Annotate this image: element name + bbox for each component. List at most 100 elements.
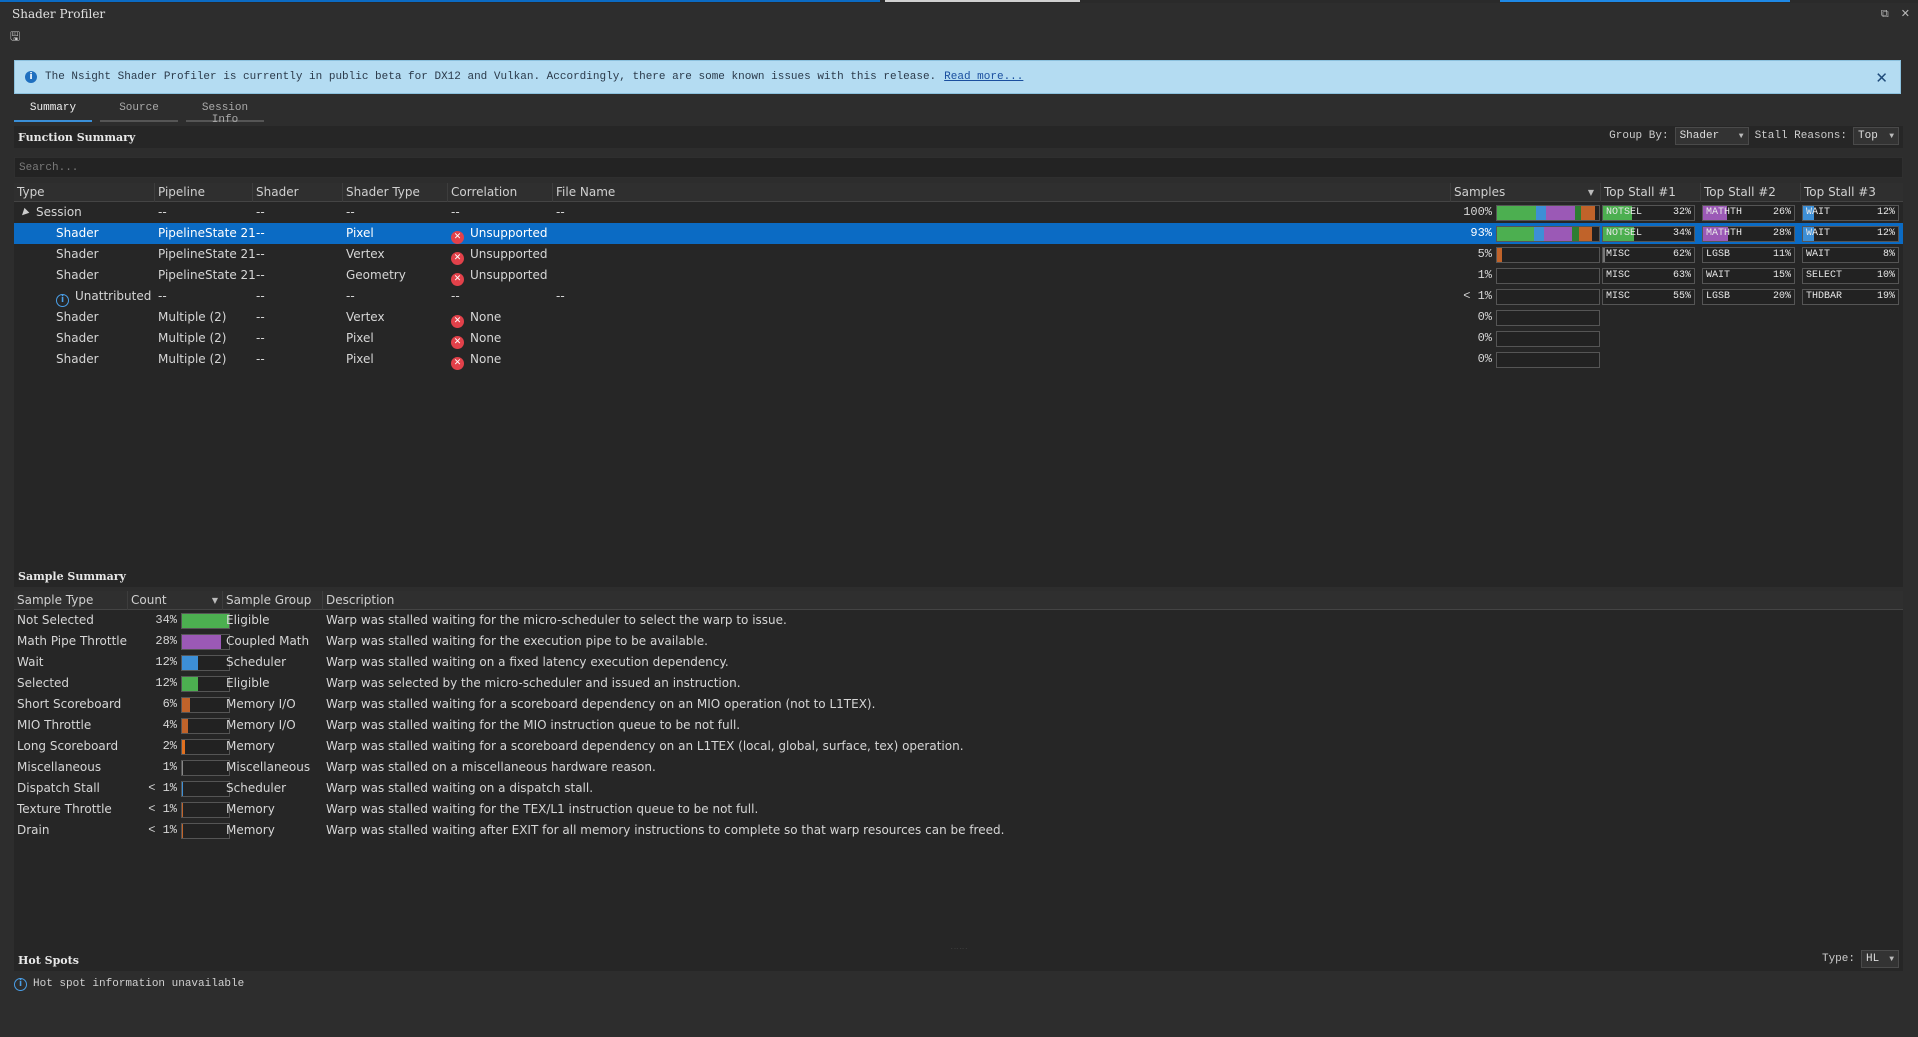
col-type[interactable]: Type: [14, 183, 154, 202]
error-icon: ✕: [451, 336, 464, 349]
group-by-value: Shader: [1679, 130, 1720, 142]
col-correlation[interactable]: Correlation: [447, 183, 552, 202]
table-row[interactable]: Miscellaneous 1% Miscellaneous Warp was sta…: [14, 757, 1903, 778]
function-summary-header: Function Summary Group By: Shader ▼ Stal…: [14, 126, 1903, 148]
stall-reasons-dropdown[interactable]: Top ▼: [1853, 127, 1899, 145]
table-row[interactable]: Dispatch Stall < 1% Scheduler Warp was stal…: [14, 778, 1903, 799]
cell-sample-type: Selected: [17, 676, 70, 690]
cell-count-pct: < 1%: [148, 802, 177, 816]
cell-count-pct: < 1%: [148, 781, 177, 795]
correlation-label: None: [470, 352, 502, 366]
stall-name: MISC: [1606, 270, 1631, 281]
group-by-dropdown[interactable]: Shader ▼: [1674, 127, 1749, 145]
title-bar: Shader Profiler ⧉ ✕: [0, 3, 1918, 25]
col-top-stall-3[interactable]: Top Stall #3: [1800, 183, 1903, 202]
cell-description: Warp was stalled waiting for a scoreboar…: [326, 739, 964, 753]
top-stall-2: MATHTH 26%: [1702, 205, 1795, 221]
type-label: Type:: [1821, 953, 1855, 965]
stall-pct: 19%: [1876, 291, 1895, 302]
col-top-stall-1[interactable]: Top Stall #1: [1600, 183, 1700, 202]
cell-pipeline: Multiple (2): [158, 331, 227, 345]
search-input[interactable]: [14, 157, 1903, 178]
col-file-name[interactable]: File Name: [552, 183, 1450, 202]
count-bar: [181, 823, 230, 839]
save-icon[interactable]: 🖫: [10, 29, 20, 43]
stall-name: MATHTH: [1706, 228, 1743, 239]
col-count[interactable]: Count ▼: [127, 591, 222, 610]
cell-shader: --: [256, 310, 265, 324]
close-window-icon[interactable]: ✕: [1901, 7, 1910, 21]
table-row[interactable]: Wait 12% Scheduler Warp was stalled waiting…: [14, 652, 1903, 673]
table-row[interactable]: MIO Throttle 4% Memory I/O Warp was stalled…: [14, 715, 1903, 736]
function-summary-controls: Group By: Shader ▼ Stall Reasons: Top ▼: [1603, 127, 1899, 145]
col-description[interactable]: Description: [322, 591, 1903, 610]
col-top-stall-2[interactable]: Top Stall #2: [1700, 183, 1800, 202]
table-row[interactable]: Shader Multiple (2) -- Pixel ✕ None 0%: [14, 328, 1903, 349]
function-table-body: ▼ Session -- -- -- -- -- 100% NOTSEL 32% MATHTH 26%…: [14, 202, 1903, 370]
type-dropdown[interactable]: HL ▼: [1861, 950, 1899, 968]
info-icon: i: [25, 71, 37, 83]
table-row[interactable]: Math Pipe Throttle 28% Coupled Math Warp wa…: [14, 631, 1903, 652]
stall-name: WAIT: [1806, 249, 1831, 260]
top-stall-2: LGSB 11%: [1702, 247, 1795, 263]
count-bar-fill: [182, 740, 185, 754]
correlation-label: None: [470, 310, 502, 324]
col-pipeline[interactable]: Pipeline: [154, 183, 252, 202]
cell-sample-type: Miscellaneous: [17, 760, 102, 774]
banner-message: The Nsight Shader Profiler is currently …: [45, 71, 937, 83]
cell-shader-type: Geometry: [346, 268, 406, 282]
col-sample-type[interactable]: Sample Type: [14, 591, 127, 610]
table-row[interactable]: Texture Throttle < 1% Memory Warp was stall…: [14, 799, 1903, 820]
col-shader-type[interactable]: Shader Type: [342, 183, 447, 202]
stall-reasons-value: Top: [1858, 130, 1878, 142]
cell-description: Warp was stalled waiting for the TEX/L1 …: [326, 802, 759, 816]
read-more-link[interactable]: Read more...: [944, 71, 1023, 83]
table-row[interactable]: Drain < 1% Memory Warp was stalled waiting …: [14, 820, 1903, 841]
stall-name: NOTSEL: [1606, 207, 1643, 218]
table-row[interactable]: Short Scoreboard 6% Memory I/O Warp was sta…: [14, 694, 1903, 715]
strip-segment: [0, 0, 880, 2]
cell-correlation: ✕ None: [451, 328, 501, 349]
table-row[interactable]: Shader Multiple (2) -- Vertex ✕ None 0%: [14, 307, 1903, 328]
tab-source[interactable]: Source: [100, 102, 178, 122]
col-samples[interactable]: Samples ▼: [1450, 183, 1600, 202]
top-stall-1: NOTSEL 32%: [1602, 205, 1695, 221]
cell-sample-group: Miscellaneous: [226, 760, 311, 774]
cell-pipeline: --: [158, 289, 167, 303]
col-shader[interactable]: Shader: [252, 183, 342, 202]
stall-name: THDBAR: [1806, 291, 1843, 302]
info-icon: i: [14, 977, 27, 991]
cell-shader: --: [256, 268, 265, 282]
samples-bar: [1496, 331, 1600, 347]
group-by-label: Group By:: [1609, 130, 1669, 142]
cell-description: Warp was stalled waiting for the micro-s…: [326, 613, 787, 627]
count-bar-fill: [182, 803, 183, 817]
table-row[interactable]: Not Selected 34% Eligible Warp was stalled …: [14, 610, 1903, 631]
table-row[interactable]: Shader PipelineState 21 -- Vertex ✕ Unsupport…: [14, 244, 1903, 265]
table-row[interactable]: Selected 12% Eligible Warp was selected by …: [14, 673, 1903, 694]
count-bar: [181, 760, 230, 776]
col-sample-group[interactable]: Sample Group: [222, 591, 322, 610]
error-icon: ✕: [451, 231, 464, 244]
cell-correlation: ✕ None: [451, 307, 501, 328]
count-bar: [181, 613, 230, 629]
table-row[interactable]: Long Scoreboard 2% Memory Warp was stalled …: [14, 736, 1903, 757]
sample-summary-header: Sample Summary: [14, 565, 1903, 587]
count-bar-fill: [182, 698, 191, 712]
count-bar: [181, 676, 230, 692]
cell-sample-type: Not Selected: [17, 613, 94, 627]
tab-summary[interactable]: Summary: [14, 102, 92, 122]
table-row[interactable]: Shader PipelineState 21 -- Pixel ✕ Unsupporte…: [14, 223, 1903, 244]
table-row[interactable]: i Unattributed -- -- -- -- -- < 1% MISC 55% LGSB 20…: [14, 286, 1903, 307]
table-row[interactable]: Shader PipelineState 21 -- Geometry ✕ Unsuppo…: [14, 265, 1903, 286]
close-icon[interactable]: ✕: [1875, 69, 1888, 87]
correlation-label: Unsupported: [470, 247, 548, 261]
table-row[interactable]: ▼ Session -- -- -- -- -- 100% NOTSEL 32% MATHTH 26%…: [14, 202, 1903, 223]
top-stall-1: MISC 55%: [1602, 289, 1695, 305]
cell-sample-group: Scheduler: [226, 781, 287, 795]
top-stall-1: NOTSEL 34%: [1602, 226, 1695, 242]
tab-session-info[interactable]: Session Info: [186, 102, 264, 126]
table-row[interactable]: Shader Multiple (2) -- Pixel ✕ None 0%: [14, 349, 1903, 370]
stall-name: MISC: [1606, 291, 1631, 302]
restore-icon[interactable]: ⧉: [1881, 7, 1889, 21]
